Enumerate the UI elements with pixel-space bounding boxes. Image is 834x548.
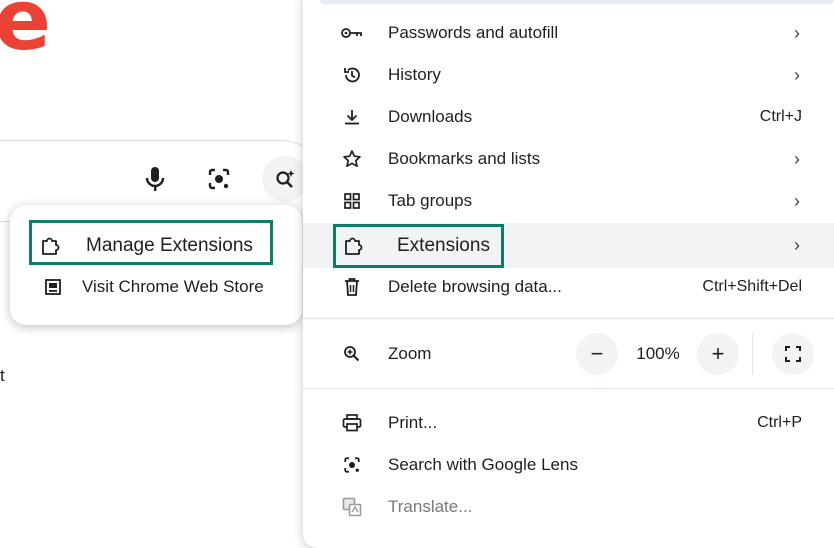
zoom-in-button[interactable]: + (697, 333, 739, 375)
google-lens-icon (341, 454, 363, 476)
menu-item-delete-browsing-data[interactable]: Delete browsing data... Ctrl+Shift+Del (303, 266, 834, 308)
chevron-right-icon: › (794, 235, 800, 255)
puzzle-piece-icon (343, 235, 365, 257)
ai-mode-icon[interactable] (262, 156, 308, 202)
menu-item-label: Translate... (388, 497, 473, 516)
menu-item-label: History (388, 65, 441, 84)
trash-icon (341, 276, 363, 298)
google-logo-fragment: e (0, 0, 51, 69)
download-icon (341, 106, 363, 128)
manage-extensions-item[interactable]: Manage Extensions (10, 225, 302, 267)
google-lens-icon[interactable] (204, 164, 234, 194)
menu-item-label: Downloads (388, 107, 473, 126)
menu-item-label: Print... (388, 413, 438, 432)
menu-item-tab-groups[interactable]: Tab groups › (303, 180, 834, 222)
menu-item-extensions[interactable]: Extensions › (303, 223, 834, 268)
menu-item-zoom: Zoom (303, 333, 834, 375)
menu-item-downloads[interactable]: Downloads Ctrl+J (303, 96, 834, 138)
menu-item-label: Delete browsing data... (388, 277, 562, 296)
zoom-icon (341, 343, 363, 365)
manage-extensions-label: Manage Extensions (86, 235, 253, 256)
menu-item-label: Bookmarks and lists (388, 149, 541, 168)
menu-item-label: Passwords and autofill (388, 23, 559, 42)
shortcut-label: Ctrl+Shift+Del (702, 278, 802, 295)
visit-web-store-item[interactable]: Visit Chrome Web Store (10, 271, 302, 303)
puzzle-piece-icon (40, 235, 62, 257)
menu-item-bookmarks[interactable]: Bookmarks and lists › (303, 138, 834, 180)
key-icon (341, 22, 363, 44)
zoom-level: 100% (636, 344, 680, 363)
zoom-out-button[interactable]: − (576, 333, 618, 375)
zoom-label: Zoom (388, 344, 432, 363)
translate-icon (341, 496, 363, 518)
tab-groups-icon (341, 190, 363, 212)
print-icon (341, 412, 363, 434)
menu-top-edge (320, 0, 834, 4)
shortcut-label: Ctrl+P (757, 414, 802, 431)
fullscreen-button[interactable] (772, 333, 814, 375)
web-store-icon (42, 276, 64, 298)
background-text: t (0, 366, 5, 385)
microphone-icon[interactable] (140, 164, 170, 194)
menu-item-passwords[interactable]: Passwords and autofill › (303, 12, 834, 54)
chevron-right-icon: › (794, 64, 800, 85)
menu-item-label: Search with Google Lens (388, 455, 578, 474)
menu-divider (303, 388, 834, 389)
menu-divider (303, 318, 834, 319)
menu-item-history[interactable]: History › (303, 54, 834, 96)
fullscreen-icon (785, 346, 801, 362)
menu-item-google-lens[interactable]: Search with Google Lens (303, 444, 834, 486)
extensions-submenu: Manage Extensions Visit Chrome Web Store (10, 205, 302, 325)
chevron-right-icon: › (794, 148, 800, 169)
menu-item-print[interactable]: Print... Ctrl+P (303, 402, 834, 444)
shortcut-label: Ctrl+J (759, 108, 802, 125)
chevron-right-icon: › (794, 22, 800, 43)
menu-item-label: Tab groups (388, 191, 473, 210)
visit-web-store-label: Visit Chrome Web Store (82, 277, 264, 296)
history-icon (341, 64, 363, 86)
chevron-right-icon: › (794, 190, 800, 211)
menu-item-label: Extensions (397, 234, 490, 256)
star-icon (341, 148, 363, 170)
zoom-separator (752, 333, 753, 375)
menu-item-translate[interactable]: Translate... (303, 486, 834, 528)
